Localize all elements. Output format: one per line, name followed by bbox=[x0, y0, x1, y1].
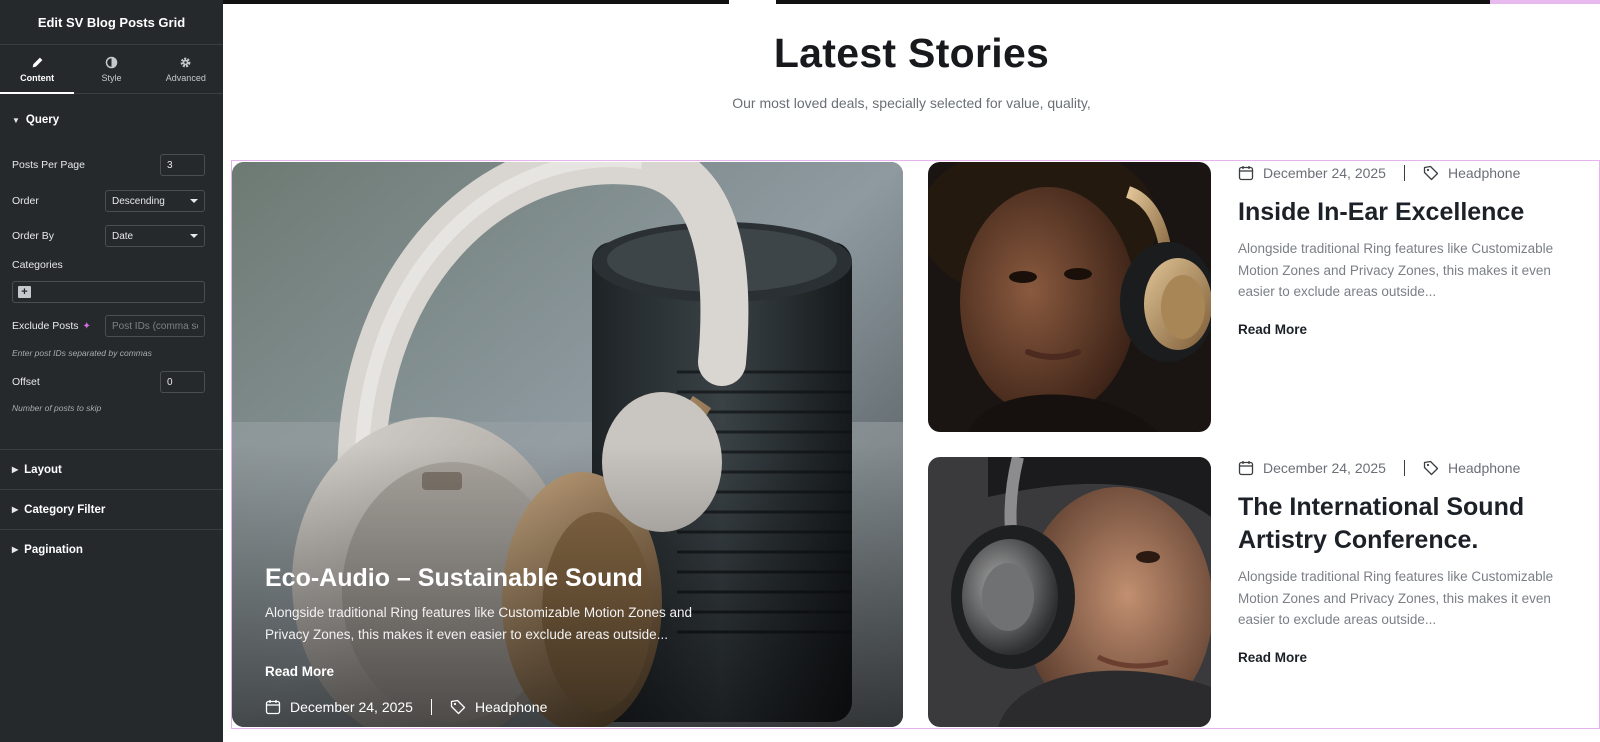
panel-tabs: Content Style Advanced bbox=[0, 45, 223, 94]
tab-style[interactable]: Style bbox=[74, 45, 148, 93]
post-2-title[interactable]: The International Sound Artistry Confere… bbox=[1238, 491, 1588, 557]
tag-icon bbox=[1423, 460, 1439, 476]
chevron-down-icon bbox=[190, 199, 198, 203]
post-1-title[interactable]: Inside In-Ear Excellence bbox=[1238, 196, 1588, 229]
order-by-select[interactable]: Date bbox=[105, 225, 205, 247]
pagination-section-head: ▶ Pagination bbox=[0, 544, 95, 556]
meta-divider bbox=[1403, 165, 1405, 181]
featured-post-card[interactable]: December 24, 2025 Headphone Eco-Audio – … bbox=[232, 162, 903, 727]
post-1-read-more-link[interactable]: Read More bbox=[1238, 322, 1307, 337]
exclude-posts-control: Exclude Posts ✦ Post IDs (comma se bbox=[12, 315, 205, 337]
featured-post-title[interactable]: Eco-Audio – Sustainable Sound bbox=[265, 564, 643, 593]
featured-post-date: December 24, 2025 bbox=[290, 699, 413, 715]
category-filter-section[interactable]: ▶ Category Filter bbox=[0, 489, 223, 529]
post-1-thumbnail[interactable] bbox=[928, 162, 1211, 432]
offset-control: Offset 0 bbox=[12, 371, 205, 393]
tab-advanced-label: Advanced bbox=[165, 72, 206, 83]
featured-post-excerpt: Alongside traditional Ring features like… bbox=[265, 605, 692, 642]
post-1-meta: December 24, 2025 Headphone bbox=[1238, 165, 1520, 181]
tab-content[interactable]: Content bbox=[0, 45, 75, 94]
meta-divider bbox=[430, 699, 432, 715]
pagination-section-label: Pagination bbox=[24, 543, 83, 556]
tab-content-label: Content bbox=[20, 72, 55, 83]
add-category-icon[interactable]: + bbox=[18, 286, 31, 298]
tag-icon bbox=[450, 699, 466, 715]
exclude-posts-label: Exclude Posts bbox=[12, 320, 79, 332]
post-1-date: December 24, 2025 bbox=[1263, 165, 1386, 181]
categories-control: Categories bbox=[12, 259, 205, 271]
caret-down-icon: ▼ bbox=[12, 115, 20, 125]
caret-right-icon: ▶ bbox=[12, 545, 19, 554]
order-select[interactable]: Descending bbox=[105, 190, 205, 212]
exclude-posts-label-wrap: Exclude Posts ✦ bbox=[12, 320, 91, 332]
layout-section-label: Layout bbox=[24, 463, 62, 476]
tab-advanced[interactable]: Advanced bbox=[149, 45, 223, 93]
pagination-section[interactable]: ▶ Pagination bbox=[0, 529, 223, 569]
layout-section-head: ▶ Layout bbox=[0, 464, 74, 476]
half-circle-icon bbox=[105, 56, 118, 68]
query-section-label: Query bbox=[25, 114, 60, 126]
tab-style-label: Style bbox=[101, 72, 122, 83]
exclude-posts-help: Enter post IDs separated by commas bbox=[12, 348, 152, 358]
order-by-select-value: Date bbox=[112, 230, 134, 242]
offset-input[interactable]: 0 bbox=[160, 371, 205, 393]
pencil-icon bbox=[32, 57, 43, 67]
editor-panel: Edit SV Blog Posts Grid Content Style Ad… bbox=[0, 0, 223, 742]
tag-icon bbox=[1423, 165, 1439, 181]
order-label: Order bbox=[12, 195, 39, 207]
post-2-image bbox=[928, 457, 1211, 727]
order-select-value: Descending bbox=[112, 195, 165, 207]
exclude-posts-placeholder: Post IDs (comma se bbox=[112, 320, 198, 332]
meta-divider bbox=[1403, 460, 1405, 476]
calendar-icon bbox=[265, 700, 281, 715]
posts-per-page-input[interactable]: 3 bbox=[160, 154, 205, 176]
category-filter-section-label: Category Filter bbox=[24, 503, 106, 516]
query-section-toggle[interactable]: ▼ Query bbox=[0, 103, 223, 137]
caret-right-icon: ▶ bbox=[12, 505, 19, 514]
featured-post-meta: December 24, 2025 Headphone bbox=[265, 699, 547, 715]
layout-section[interactable]: ▶ Layout bbox=[0, 449, 223, 489]
posts-per-page-label: Posts Per Page bbox=[12, 159, 85, 171]
order-by-label: Order By bbox=[12, 230, 55, 242]
gear-icon bbox=[180, 57, 191, 67]
order-control: Order Descending bbox=[12, 190, 205, 212]
section-subheading: Our most loved deals, specially selected… bbox=[732, 95, 1091, 111]
calendar-icon bbox=[1238, 461, 1254, 476]
post-2-excerpt: Alongside traditional Ring features like… bbox=[1238, 569, 1554, 627]
post-1-image bbox=[928, 162, 1211, 432]
featured-read-more-link[interactable]: Read More bbox=[265, 664, 334, 679]
featured-post-category[interactable]: Headphone bbox=[475, 699, 547, 715]
top-bar bbox=[223, 0, 1600, 4]
ai-sparkle-icon[interactable]: ✦ bbox=[83, 321, 91, 332]
post-1-excerpt: Alongside traditional Ring features like… bbox=[1238, 241, 1554, 299]
top-bar-segment bbox=[729, 0, 776, 4]
preview-canvas: Latest Stories Our most loved deals, spe… bbox=[223, 0, 1600, 742]
caret-right-icon: ▶ bbox=[12, 465, 19, 474]
post-2-meta: December 24, 2025 Headphone bbox=[1238, 460, 1520, 476]
post-2-read-more-link[interactable]: Read More bbox=[1238, 650, 1307, 665]
exclude-posts-input[interactable]: Post IDs (comma se bbox=[105, 315, 205, 337]
offset-help: Number of posts to skip bbox=[12, 403, 102, 413]
offset-label: Offset bbox=[12, 376, 40, 388]
post-2-date: December 24, 2025 bbox=[1263, 460, 1386, 476]
section-heading: Latest Stories bbox=[773, 30, 1050, 76]
categories-label: Categories bbox=[12, 259, 63, 271]
post-2-category[interactable]: Headphone bbox=[1448, 460, 1520, 476]
calendar-icon bbox=[1238, 166, 1254, 181]
panel-title: Edit SV Blog Posts Grid bbox=[0, 0, 223, 45]
top-bar-highlight bbox=[1490, 0, 1600, 4]
chevron-down-icon bbox=[190, 234, 198, 238]
category-filter-section-head: ▶ Category Filter bbox=[0, 504, 117, 516]
posts-per-page-control: Posts Per Page 3 bbox=[12, 154, 205, 176]
order-by-control: Order By Date bbox=[12, 225, 205, 247]
categories-input[interactable]: + bbox=[12, 281, 205, 303]
post-2-thumbnail[interactable] bbox=[928, 457, 1211, 727]
post-1-category[interactable]: Headphone bbox=[1448, 165, 1520, 181]
